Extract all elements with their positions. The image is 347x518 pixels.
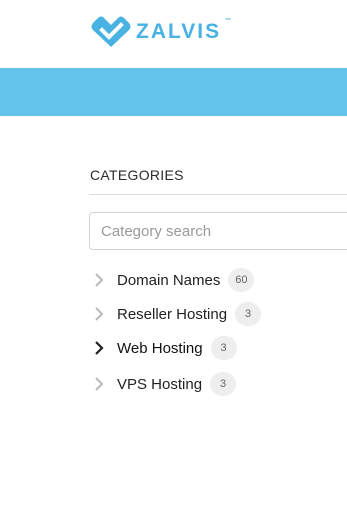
heart-check-icon [91, 16, 131, 47]
chevron-right-icon [95, 341, 104, 355]
category-label: VPS Hosting [117, 375, 203, 393]
chevron-right-icon [95, 273, 104, 287]
trademark-symbol: ™ [225, 18, 232, 24]
header-banner [0, 68, 347, 116]
categories-heading: CATEGORIES [90, 167, 184, 183]
category-label: Web Hosting [117, 339, 203, 357]
category-count-badge: 3 [210, 336, 237, 360]
category-item-vps-hosting[interactable]: VPS Hosting 3 [93, 372, 237, 396]
category-label: Domain Names [117, 271, 221, 289]
category-count-badge: 3 [210, 372, 237, 396]
chevron-right-icon [95, 377, 104, 391]
category-item-web-hosting[interactable]: Web Hosting 3 [93, 336, 237, 360]
category-search-input[interactable] [89, 212, 347, 250]
category-item-domain-names[interactable]: Domain Names 60 [93, 268, 255, 292]
categories-divider [89, 194, 347, 195]
site-header: ZALVIS ™ [0, 0, 347, 68]
zalvis-logo[interactable]: ZALVIS ™ [90, 16, 232, 48]
category-label: Reseller Hosting [117, 305, 228, 323]
category-item-reseller-hosting[interactable]: Reseller Hosting 3 [93, 302, 262, 326]
category-count-badge: 3 [235, 302, 262, 326]
category-count-badge: 60 [228, 268, 255, 292]
chevron-right-icon [95, 307, 104, 321]
logo-wordmark: ZALVIS ™ [136, 18, 232, 43]
